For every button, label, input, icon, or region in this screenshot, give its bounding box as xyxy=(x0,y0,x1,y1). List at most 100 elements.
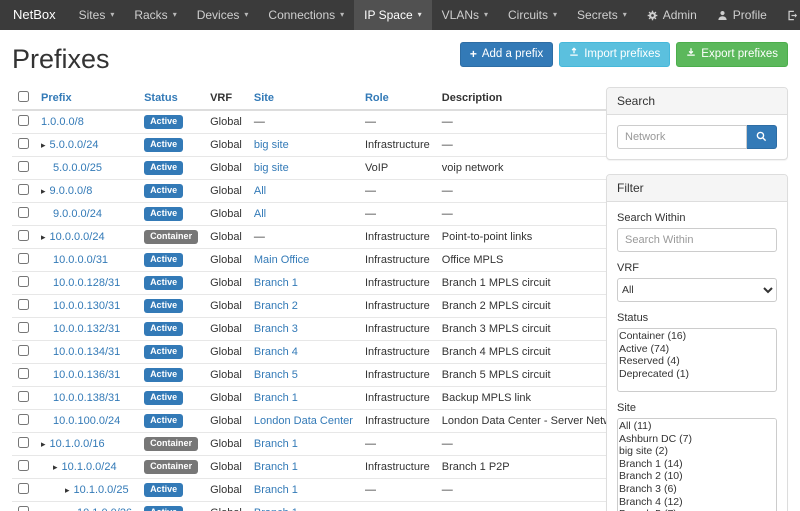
prefix-link[interactable]: 5.0.0.0/24 xyxy=(50,139,99,151)
description-cell: Branch 1 P2P xyxy=(436,456,633,479)
nav-menu-item[interactable]: Connections ▾ xyxy=(258,0,354,30)
site-link[interactable]: big site xyxy=(254,139,289,151)
status-badge: Active xyxy=(144,299,183,313)
prefix-link[interactable]: 9.0.0.0/8 xyxy=(50,185,93,197)
col-header-prefix[interactable]: Prefix xyxy=(41,92,72,104)
row-checkbox[interactable] xyxy=(18,299,29,310)
col-header-site[interactable]: Site xyxy=(254,92,274,104)
row-checkbox[interactable] xyxy=(18,138,29,149)
prefix-link[interactable]: 10.0.0.138/31 xyxy=(53,392,120,404)
status-select[interactable]: Container (16)Active (74)Reserved (4)Dep… xyxy=(617,328,777,392)
search-input[interactable] xyxy=(617,125,747,149)
admin-link[interactable]: Admin xyxy=(637,0,707,30)
prefix-link[interactable]: 10.0.0.134/31 xyxy=(53,346,120,358)
site-link[interactable]: Branch 1 xyxy=(254,461,298,473)
site-link[interactable]: All xyxy=(254,185,266,197)
role-cell: Infrastructure xyxy=(359,295,436,318)
nav-menu-item[interactable]: Secrets ▾ xyxy=(567,0,637,30)
table-row: ▸ 5.0.0.0/24 Active Global big site Infr… xyxy=(12,134,632,157)
row-checkbox[interactable] xyxy=(18,184,29,195)
col-header-status[interactable]: Status xyxy=(144,92,178,104)
site-link[interactable]: big site xyxy=(254,162,289,174)
status-badge: Active xyxy=(144,345,183,359)
table-row: ▸ 9.0.0.0/8 Active Global All — — xyxy=(12,180,632,203)
nav-menu-item[interactable]: VLANs ▾ xyxy=(432,0,498,30)
row-checkbox[interactable] xyxy=(18,207,29,218)
vrf-cell: Global xyxy=(204,318,248,341)
site-link[interactable]: Branch 1 xyxy=(254,277,298,289)
row-checkbox[interactable] xyxy=(18,276,29,287)
page-title: Prefixes xyxy=(12,44,110,75)
select-all-checkbox[interactable] xyxy=(18,91,29,102)
logout-link[interactable]: Log out xyxy=(777,0,800,30)
prefix-link[interactable]: 5.0.0.0/25 xyxy=(53,162,102,174)
site-link[interactable]: Branch 2 xyxy=(254,300,298,312)
vrf-cell: Global xyxy=(204,387,248,410)
row-checkbox[interactable] xyxy=(18,414,29,425)
search-button[interactable] xyxy=(747,125,777,149)
table-row: 10.0.100.0/24 Active Global London Data … xyxy=(12,410,632,433)
row-checkbox[interactable] xyxy=(18,506,29,511)
site-link[interactable]: Branch 1 xyxy=(254,507,298,511)
status-badge: Active xyxy=(144,253,183,267)
nav-menu-item[interactable]: Circuits ▾ xyxy=(498,0,567,30)
row-checkbox[interactable] xyxy=(18,391,29,402)
prefix-link[interactable]: 10.1.0.0/25 xyxy=(74,484,129,496)
chevron-down-icon: ▾ xyxy=(484,0,488,30)
expand-arrow-icon: ▸ xyxy=(53,462,58,473)
prefix-link[interactable]: 10.0.0.128/31 xyxy=(53,277,120,289)
nav-menu-item[interactable]: IP Space ▾ xyxy=(354,0,432,30)
search-within-input[interactable] xyxy=(617,228,777,252)
add-prefix-button[interactable]: + Add a prefix xyxy=(460,42,553,67)
prefix-link[interactable]: 10.0.0.136/31 xyxy=(53,369,120,381)
nav-menu-item[interactable]: Sites ▾ xyxy=(69,0,125,30)
row-checkbox[interactable] xyxy=(18,322,29,333)
prefix-link[interactable]: 10.0.0.132/31 xyxy=(53,323,120,335)
row-checkbox[interactable] xyxy=(18,253,29,264)
nav-menu-item[interactable]: Racks ▾ xyxy=(124,0,186,30)
row-checkbox[interactable] xyxy=(18,345,29,356)
row-checkbox[interactable] xyxy=(18,115,29,126)
site-link[interactable]: Main Office xyxy=(254,254,309,266)
site-link[interactable]: Branch 5 xyxy=(254,369,298,381)
site-select[interactable]: All (11)Ashburn DC (7)big site (2)Branch… xyxy=(617,418,777,511)
status-badge: Active xyxy=(144,414,183,428)
prefix-link[interactable]: 9.0.0.0/24 xyxy=(53,208,102,220)
prefix-link[interactable]: 10.0.0.0/31 xyxy=(53,254,108,266)
site-link[interactable]: Branch 1 xyxy=(254,438,298,450)
site-link[interactable]: Branch 1 xyxy=(254,484,298,496)
prefix-link[interactable]: 10.1.0.0/16 xyxy=(50,438,105,450)
vrf-select[interactable]: All xyxy=(617,278,777,302)
profile-link[interactable]: Profile xyxy=(707,0,777,30)
site-link[interactable]: Branch 3 xyxy=(254,323,298,335)
export-prefixes-button[interactable]: Export prefixes xyxy=(676,42,788,67)
description-cell: — xyxy=(436,180,633,203)
row-checkbox[interactable] xyxy=(18,460,29,471)
row-checkbox[interactable] xyxy=(18,437,29,448)
col-header-role[interactable]: Role xyxy=(365,92,389,104)
prefix-link[interactable]: 10.0.0.0/24 xyxy=(50,231,105,243)
prefix-link[interactable]: 1.0.0.0/8 xyxy=(41,116,84,128)
site-link[interactable]: All xyxy=(254,208,266,220)
row-checkbox[interactable] xyxy=(18,230,29,241)
prefix-link[interactable]: 10.1.0.0/26 xyxy=(77,507,132,511)
site-link[interactable]: — xyxy=(254,116,265,128)
prefix-link[interactable]: 10.0.100.0/24 xyxy=(53,415,120,427)
site-link[interactable]: London Data Center xyxy=(254,415,353,427)
vrf-cell: Global xyxy=(204,226,248,249)
site-link[interactable]: Branch 1 xyxy=(254,392,298,404)
chevron-down-icon: ▾ xyxy=(623,0,627,30)
row-checkbox[interactable] xyxy=(18,368,29,379)
row-checkbox[interactable] xyxy=(18,483,29,494)
site-link[interactable]: — xyxy=(254,231,265,243)
prefix-link[interactable]: 10.0.0.130/31 xyxy=(53,300,120,312)
prefix-link[interactable]: 10.1.0.0/24 xyxy=(62,461,117,473)
import-prefixes-button[interactable]: Import prefixes xyxy=(559,42,670,67)
search-panel-title: Search xyxy=(607,88,787,115)
row-checkbox[interactable] xyxy=(18,161,29,172)
search-panel: Search xyxy=(606,87,788,160)
app-logo[interactable]: NetBox xyxy=(0,0,69,30)
site-link[interactable]: Branch 4 xyxy=(254,346,298,358)
search-within-label: Search Within xyxy=(617,212,777,224)
nav-menu-item[interactable]: Devices ▾ xyxy=(187,0,259,30)
